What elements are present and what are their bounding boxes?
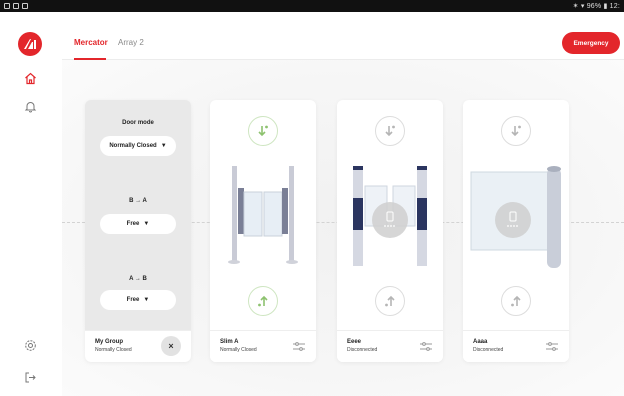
status-right: ✶ ▾ 96% ▮ 12: — [572, 3, 620, 10]
a-to-b-label: A → B — [129, 276, 147, 282]
door-mode-value: Normally Closed — [109, 143, 157, 149]
logout-icon[interactable] — [22, 369, 38, 385]
device-name: Eeee — [347, 339, 362, 345]
status-icons — [4, 3, 28, 9]
status-bar: ✶ ▾ 96% ▮ 12: — [0, 0, 624, 12]
device-name: Slim A — [220, 339, 239, 345]
device-status: Disconnected — [347, 347, 378, 353]
device-status: Normally Closed — [220, 347, 257, 353]
exit-direction-icon[interactable] — [501, 286, 531, 316]
group-name: My Group — [95, 339, 123, 345]
device-status: Disconnected — [473, 347, 504, 353]
notification-icon — [4, 3, 10, 9]
device-card-eeee[interactable]: Eeee Disconnected — [337, 100, 443, 362]
group-card-footer: My Group Normally Closed × — [85, 330, 191, 362]
sidebar — [0, 12, 62, 396]
entry-direction-icon[interactable] — [501, 116, 531, 146]
tab-mercator[interactable]: Mercator — [74, 38, 108, 47]
door-mode-label: Door mode — [122, 120, 154, 126]
group-status: Normally Closed — [95, 347, 132, 353]
sliders-icon[interactable] — [292, 340, 306, 352]
chevron-down-icon: ▼ — [143, 297, 150, 303]
top-bar: Mercator Array 2 Emergency — [62, 12, 624, 60]
device-footer: Aaaa Disconnected — [463, 330, 569, 362]
sync-icon — [22, 3, 28, 9]
exit-direction-icon[interactable] — [248, 286, 278, 316]
a-to-b-value: Free — [126, 297, 140, 303]
sliders-icon[interactable] — [545, 340, 559, 352]
device-name: Aaaa — [473, 339, 488, 345]
swing-gate-illustration — [210, 158, 316, 278]
group-card: Door mode Normally Closed ▼ B → A Free ▼… — [85, 100, 191, 362]
speed-gate-illustration — [337, 158, 443, 278]
entry-direction-icon[interactable] — [375, 116, 405, 146]
device-card-aaaa[interactable]: Aaaa Disconnected — [463, 100, 569, 362]
a-to-b-select[interactable]: Free ▼ — [100, 290, 176, 310]
b-to-a-select[interactable]: Free ▼ — [100, 214, 176, 234]
tab-array-2[interactable]: Array 2 — [118, 38, 144, 47]
entry-direction-icon[interactable] — [248, 116, 278, 146]
app-logo[interactable] — [18, 32, 42, 56]
sliders-icon[interactable] — [419, 340, 433, 352]
chevron-down-icon: ▼ — [143, 221, 150, 227]
device-card-slim-a[interactable]: Slim A Normally Closed — [210, 100, 316, 362]
home-icon[interactable] — [22, 70, 38, 86]
alert-icon — [13, 3, 19, 9]
chevron-down-icon: ▼ — [160, 143, 167, 149]
exit-direction-icon[interactable] — [375, 286, 405, 316]
settings-icon[interactable] — [22, 337, 38, 353]
bell-icon[interactable] — [22, 98, 38, 114]
emergency-button[interactable]: Emergency — [562, 32, 620, 54]
door-mode-select[interactable]: Normally Closed ▼ — [100, 136, 176, 156]
logo-icon — [24, 39, 36, 49]
device-footer: Eeee Disconnected — [337, 330, 443, 362]
b-to-a-label: B → A — [129, 198, 147, 204]
device-footer: Slim A Normally Closed — [210, 330, 316, 362]
glass-door-illustration — [463, 158, 569, 278]
b-to-a-value: Free — [126, 221, 140, 227]
remove-group-button[interactable]: × — [161, 336, 181, 356]
